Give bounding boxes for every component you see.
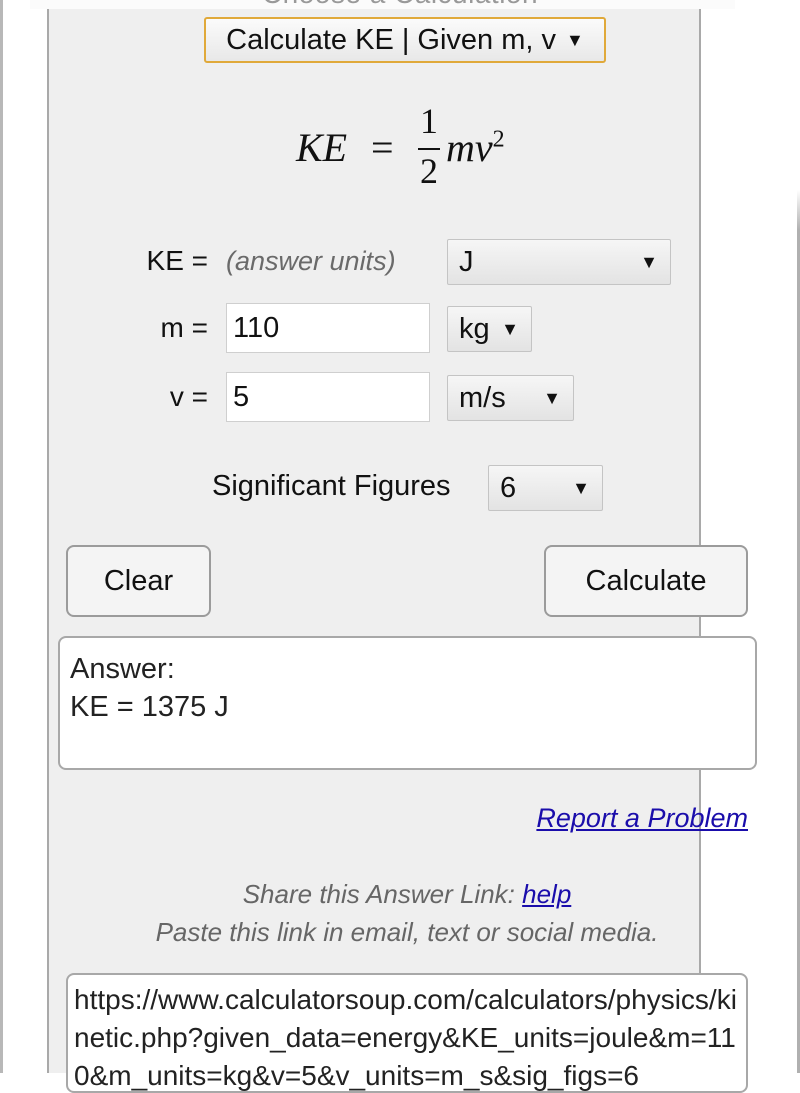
formula-lhs: KE [296,125,348,170]
velocity-input[interactable]: 5 [226,372,430,422]
report-problem-link[interactable]: Report a Problem [536,803,748,834]
formula-rhs-base: mv [446,125,493,170]
v-label: v = [169,381,208,412]
share-help-link[interactable]: help [522,879,571,909]
calculation-select[interactable]: Calculate KE | Given m, v ▼ [204,17,606,63]
share-instructions: Paste this link in email, text or social… [155,917,659,947]
ke-label: KE = [146,245,208,276]
dropdown-arrow-icon: ▼ [501,319,519,339]
dropdown-arrow-icon: ▼ [640,252,658,272]
mass-unit-select[interactable]: kg ▼ [447,306,532,352]
calculation-select-value: Calculate KE | Given m, v [226,23,557,56]
ke-unit-value: J [459,246,474,278]
velocity-unit-select[interactable]: m/s ▼ [447,375,574,421]
formula-exponent: 2 [492,126,505,153]
formula-denominator: 2 [420,151,438,191]
share-answer-line: Share this Answer Link: help [0,879,800,910]
answer-result: KE = 1375 J [70,691,229,723]
ke-unit-select[interactable]: J ▼ [447,239,671,285]
dropdown-arrow-icon: ▼ [566,29,584,50]
choose-calculation-heading: Choose a Calculation [0,0,800,10]
formula-rhs: mv2 [446,124,505,171]
calculate-button[interactable]: Calculate [544,545,748,617]
clear-button[interactable]: Clear [66,545,211,617]
ke-answer-units-hint: (answer units) [226,246,396,276]
significant-figures-value: 6 [500,472,517,504]
mass-input[interactable]: 110 [226,303,430,353]
left-border [0,0,3,1073]
significant-figures-select[interactable]: 6 ▼ [488,465,603,511]
answer-heading: Answer: [70,653,175,685]
share-url-textarea[interactable]: https://www.calculatorsoup.com/calculato… [66,973,748,1093]
heading-clip: Choose a Calculation [0,0,800,10]
m-label: m = [160,312,208,343]
dropdown-arrow-icon: ▼ [543,388,561,408]
dropdown-arrow-icon: ▼ [572,478,590,498]
velocity-unit-value: m/s [459,382,506,414]
answer-box: Answer: KE = 1375 J [58,636,757,770]
significant-figures-label: Significant Figures [212,470,451,502]
mass-unit-value: kg [459,313,490,345]
share-prefix: Share this Answer Link: [242,879,515,909]
formula-equals: = [371,125,394,170]
formula-numerator: 1 [420,101,438,141]
